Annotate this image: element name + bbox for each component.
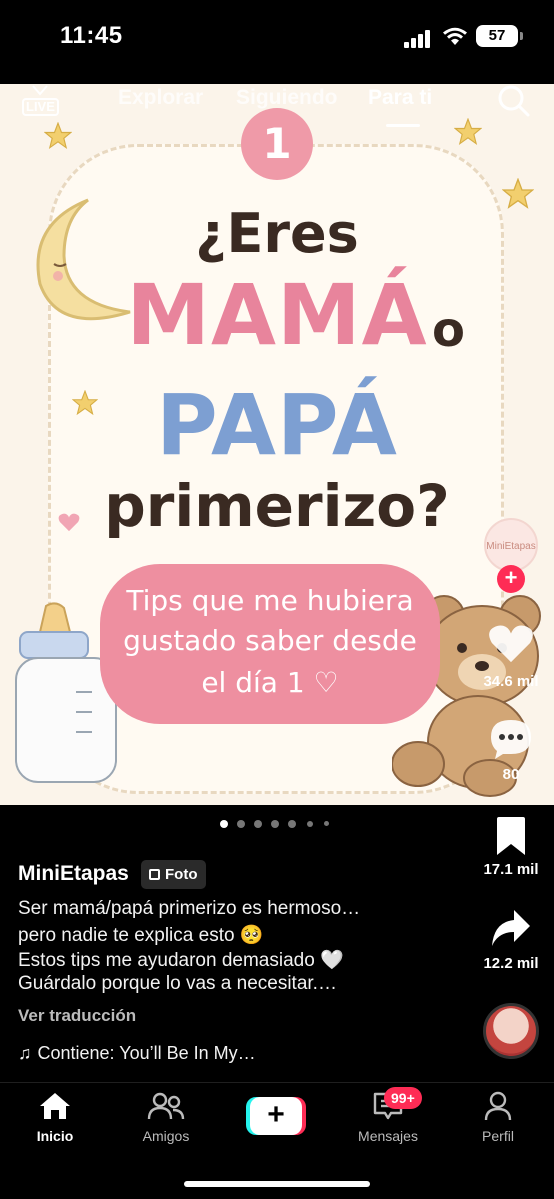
music-note-icon: ♫ bbox=[18, 1043, 32, 1063]
tv-antenna-icon bbox=[32, 85, 48, 96]
active-tab-underline bbox=[386, 124, 420, 127]
nav-perfil-label: Perfil bbox=[482, 1128, 514, 1144]
home-indicator bbox=[184, 1181, 370, 1187]
tab-siguiendo[interactable]: Siguiendo bbox=[236, 86, 338, 110]
follow-button[interactable]: + bbox=[497, 565, 525, 593]
status-time: 11:45 bbox=[60, 22, 123, 49]
caption-line[interactable]: Guárdalo porque lo vas a necesitar.… bbox=[18, 973, 337, 995]
saves-count: 17.1 mil bbox=[483, 861, 539, 878]
comment-icon[interactable] bbox=[489, 718, 533, 760]
translate-link[interactable]: Ver traducción bbox=[18, 1006, 136, 1026]
tips-line-1: Tips que me hubiera bbox=[126, 584, 414, 617]
friends-icon bbox=[147, 1092, 185, 1120]
live-label: LIVE bbox=[22, 98, 59, 116]
messages-badge: 99+ bbox=[384, 1087, 422, 1109]
wifi-icon bbox=[443, 27, 467, 45]
caption-line[interactable]: pero nadie te explica esto 🥺 bbox=[18, 923, 263, 947]
sound-disc[interactable] bbox=[483, 1003, 539, 1059]
tips-line-3: el día 1 ♡ bbox=[201, 666, 339, 699]
page-dot[interactable] bbox=[307, 821, 313, 827]
battery-indicator: 57 bbox=[476, 25, 518, 47]
top-tabs: LIVE Explorar Siguiendo Para ti bbox=[0, 84, 554, 144]
likes-count: 34.6 mil bbox=[483, 673, 539, 690]
caption-line[interactable]: Ser mamá/papá primerizo es hermoso… bbox=[18, 898, 360, 920]
status-bar: 11:45 57 bbox=[0, 0, 554, 84]
nav-inicio[interactable]: Inicio bbox=[5, 1091, 105, 1144]
page-dot[interactable] bbox=[254, 820, 262, 828]
headline-primerizo: primerizo? bbox=[104, 472, 450, 540]
tips-line-2: gustado saber desde bbox=[123, 624, 417, 657]
headline-o: o bbox=[432, 302, 465, 358]
photo-type-badge: Foto bbox=[141, 860, 207, 889]
comments-count: 80 bbox=[502, 766, 520, 783]
cellular-signal-icon bbox=[404, 30, 430, 48]
page-dot[interactable] bbox=[220, 820, 228, 828]
creator-avatar-text: MiniEtapas bbox=[486, 541, 536, 552]
home-icon bbox=[40, 1093, 70, 1119]
headline-eres: ¿Eres bbox=[195, 202, 359, 265]
music-title: Contiene: You’ll Be In My… bbox=[37, 1043, 256, 1063]
nav-amigos-label: Amigos bbox=[142, 1128, 190, 1144]
page-dot[interactable] bbox=[288, 820, 296, 828]
caption-line[interactable]: Estos tips me ayudaron demasiado 🤍 bbox=[18, 948, 344, 972]
create-button[interactable]: + bbox=[246, 1097, 306, 1135]
nav-mensajes-label: Mensajes bbox=[358, 1128, 418, 1144]
nav-inicio-label: Inicio bbox=[36, 1128, 74, 1144]
page-dot[interactable] bbox=[271, 820, 279, 828]
headline-papa: PAPÁ bbox=[156, 376, 398, 474]
shares-count: 12.2 mil bbox=[483, 955, 539, 972]
page-dot[interactable] bbox=[237, 820, 245, 828]
heart-icon[interactable] bbox=[488, 622, 534, 664]
tab-explorar[interactable]: Explorar bbox=[118, 86, 203, 110]
nav-perfil[interactable]: Perfil bbox=[448, 1091, 548, 1144]
music-info[interactable]: ♫ Contiene: You’ll Be In My… bbox=[18, 1043, 256, 1064]
headline-mama: MAMÁ bbox=[126, 266, 428, 364]
profile-icon bbox=[484, 1091, 512, 1121]
search-icon[interactable] bbox=[497, 84, 531, 118]
share-icon[interactable] bbox=[490, 908, 532, 948]
bookmark-icon[interactable] bbox=[494, 816, 528, 856]
creator-username[interactable]: MiniEtapas bbox=[18, 862, 129, 886]
tab-para-ti[interactable]: Para ti bbox=[368, 86, 432, 110]
nav-amigos[interactable]: Amigos bbox=[116, 1091, 216, 1144]
photo-icon bbox=[149, 869, 160, 880]
create-icon: + bbox=[250, 1097, 302, 1135]
page-dot[interactable] bbox=[324, 821, 329, 826]
battery-nub bbox=[520, 32, 523, 40]
creator-avatar[interactable]: MiniEtapas bbox=[484, 518, 538, 572]
photo-type-label: Foto bbox=[165, 866, 198, 883]
post-image[interactable]: 1 ¿Eres MAMÁ o PAPÁ primerizo? Tips que … bbox=[0, 84, 554, 805]
live-button[interactable]: LIVE bbox=[22, 85, 59, 116]
